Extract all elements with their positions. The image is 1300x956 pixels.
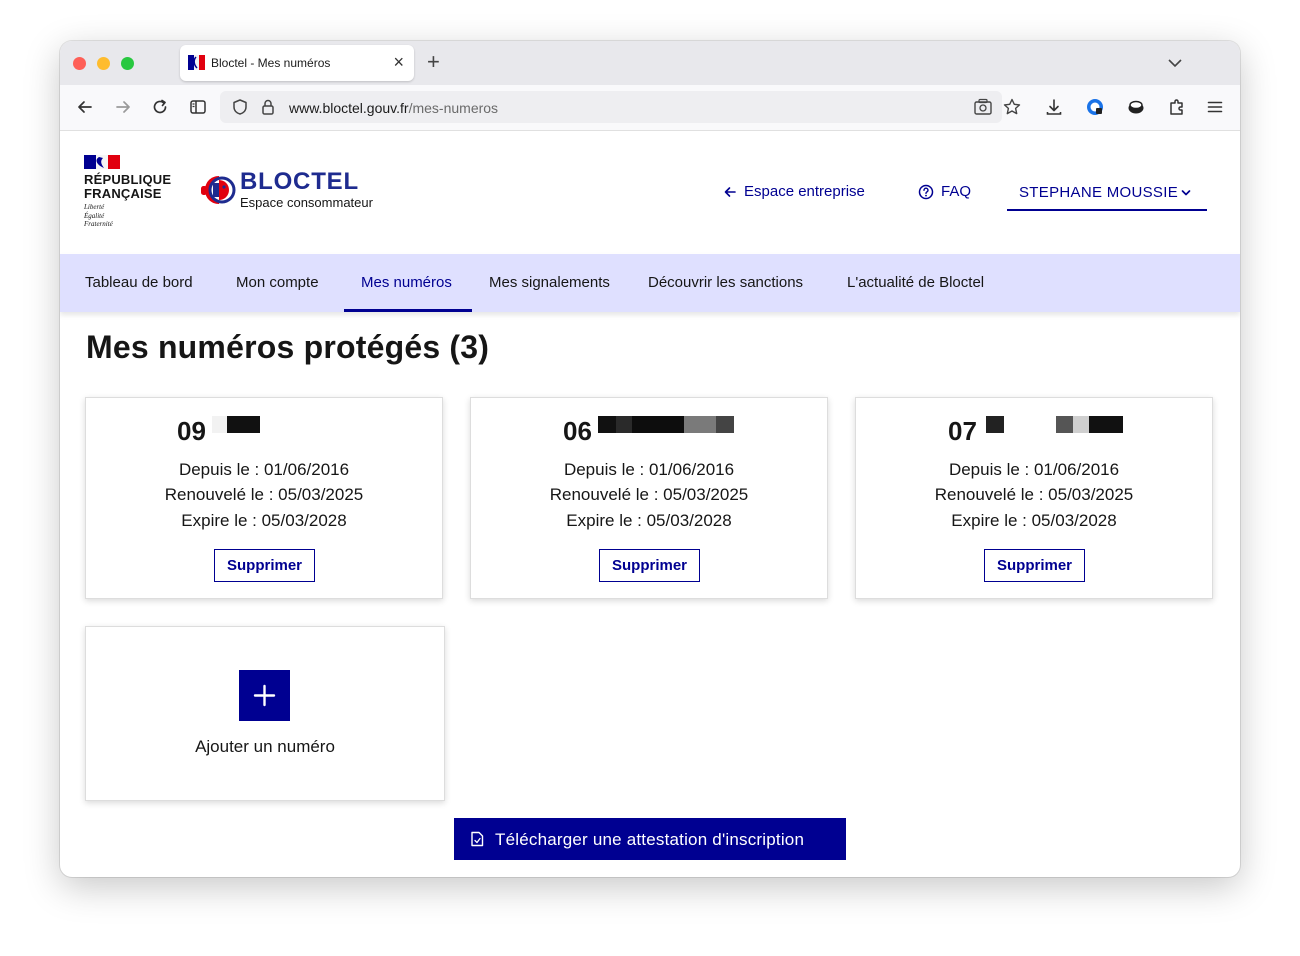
download-attestation-button[interactable]: Télécharger une attestation d'inscriptio… [454,818,846,860]
protected-since-text: Depuis le : 01/06/2016 [948,460,1120,479]
expiry-date-text: Expire le : 05/03/2028 [566,511,732,530]
protected-since-text: Depuis le : 01/06/2016 [178,460,350,479]
nav-active-indicator [344,309,472,312]
bookmark-star-icon[interactable] [1002,97,1022,117]
number-card: 06 Depuis le : 01/06/2016 Renouvelé le :… [470,397,828,599]
add-number-button[interactable] [239,670,290,721]
redacted-number-segment [227,416,260,433]
browser-toolbar: www.bloctel.gouv.fr/mes-numeros [60,85,1240,131]
password-manager-icon[interactable] [1085,97,1105,117]
republic-motto: Liberté Égalité Fraternité [84,203,113,229]
screenshot-icon[interactable] [973,98,993,116]
redacted-number-segment [632,416,684,433]
chevron-down-icon [1181,190,1191,196]
extensions-puzzle-icon[interactable] [1167,97,1187,117]
add-number-label: Ajouter un numéro [195,737,335,756]
motto-fraternite: Fraternité [84,220,113,228]
browser-tab-active[interactable]: Bloctel - Mes numéros × [180,45,414,81]
faq-link[interactable]: FAQ [918,183,971,200]
expiry-date-text: Expire le : 05/03/2028 [951,511,1117,530]
question-circle-icon [918,184,934,199]
new-tab-icon[interactable]: + [427,50,440,74]
delete-number-button[interactable]: Supprimer [599,549,700,582]
protected-since-text: Depuis le : 01/06/2016 [563,460,735,479]
redacted-number-segment [1089,416,1123,433]
redacted-number-segment [1056,416,1073,433]
renewed-date-text: Renouvelé le : 05/03/2025 [549,485,749,504]
url-domain: www.bloctel.gouv.fr [289,100,409,116]
redacted-number-segment [212,416,227,433]
bloctel-logo-icon[interactable] [200,171,238,209]
number-card: 07 Depuis le : 01/06/2016 Renouvelé le :… [855,397,1213,599]
renewed-date-text: Renouvelé le : 05/03/2025 [934,485,1134,504]
republique-line-2: FRANÇAISE [84,186,162,201]
document-icon [471,831,484,847]
phone-number-prefix: 09 [177,416,206,446]
main-navigation: Tableau de bord Mon compte Mes numéros M… [60,254,1240,312]
download-attestation-label: Télécharger une attestation d'inscriptio… [495,830,805,849]
number-card: 09 Depuis le : 01/06/2016 Renouvelé le :… [85,397,443,599]
nav-item-actualite-bloctel[interactable]: L'actualité de Bloctel [847,274,984,291]
republique-line-1: RÉPUBLIQUE [84,172,172,187]
extension-icon[interactable] [1126,97,1146,117]
redacted-number-segment [716,416,734,433]
redacted-number-segment [986,416,1004,433]
close-window-button[interactable] [73,57,86,70]
download-icon[interactable] [1044,97,1064,117]
arrow-left-icon [724,186,736,197]
delete-number-button[interactable]: Supprimer [984,549,1085,582]
site-header: RÉPUBLIQUE FRANÇAISE Liberté Égalité Fra… [60,131,1240,254]
user-name: STEPHANE MOUSSIE [1019,184,1178,201]
reload-icon[interactable] [150,97,170,117]
redacted-number-segment [1073,416,1089,433]
url-path: /mes-numeros [408,100,499,116]
tab-close-icon[interactable]: × [393,52,404,72]
sidebar-icon[interactable] [188,97,208,117]
lock-icon[interactable] [260,98,276,116]
url-bar[interactable]: www.bloctel.gouv.fr/mes-numeros [220,91,1021,123]
plus-icon [253,684,276,707]
browser-window: Bloctel - Mes numéros × + www.bloctel.go… [60,41,1240,877]
nav-item-tableau-de-bord[interactable]: Tableau de bord [85,274,193,291]
user-menu-button[interactable]: STEPHANE MOUSSIE [1007,171,1207,211]
faq-label: FAQ [941,183,972,200]
forward-arrow-icon[interactable] [113,97,133,117]
chevron-down-icon[interactable] [1166,54,1184,72]
hamburger-menu-icon[interactable] [1205,97,1225,117]
espace-entreprise-label: Espace entreprise [744,183,865,200]
espace-entreprise-link[interactable]: Espace entreprise [723,183,865,200]
motto-egalite: Égalité [84,211,105,220]
phone-number-prefix: 06 [563,416,592,446]
republique-francaise-label: RÉPUBLIQUE FRANÇAISE [84,173,171,201]
redacted-number-segment [598,416,616,433]
add-number-card[interactable]: Ajouter un numéro [85,626,445,801]
renewed-date-text: Renouvelé le : 05/03/2025 [164,485,364,504]
nav-item-mon-compte[interactable]: Mon compte [236,274,319,291]
phone-number-prefix: 07 [948,416,977,446]
page-title: Mes numéros protégés (3) [86,329,490,365]
nav-item-mes-signalements[interactable]: Mes signalements [489,274,610,291]
marianne-favicon-icon [188,55,205,70]
nav-item-decouvrir-les-sanctions[interactable]: Découvrir les sanctions [648,274,803,291]
delete-number-button[interactable]: Supprimer [214,549,315,582]
zoom-window-button[interactable] [121,57,134,70]
minimize-window-button[interactable] [97,57,110,70]
motto-liberte: Liberté [84,203,105,211]
tab-title: Bloctel - Mes numéros [211,56,331,70]
url-text: www.bloctel.gouv.fr/mes-numeros [289,100,498,116]
redacted-number-segment [684,416,716,433]
bloctel-brand-subtitle: Espace consommateur [240,195,373,210]
tab-bar: Bloctel - Mes numéros × + [60,41,1240,85]
nav-item-mes-numeros[interactable]: Mes numéros [361,274,452,291]
redacted-number-segment [616,416,632,433]
expiry-date-text: Expire le : 05/03/2028 [181,511,347,530]
back-arrow-icon[interactable] [75,97,95,117]
marianne-logo-icon [84,155,120,169]
shield-icon[interactable] [231,98,249,116]
bloctel-brand-title[interactable]: BLOCTEL [240,169,359,195]
